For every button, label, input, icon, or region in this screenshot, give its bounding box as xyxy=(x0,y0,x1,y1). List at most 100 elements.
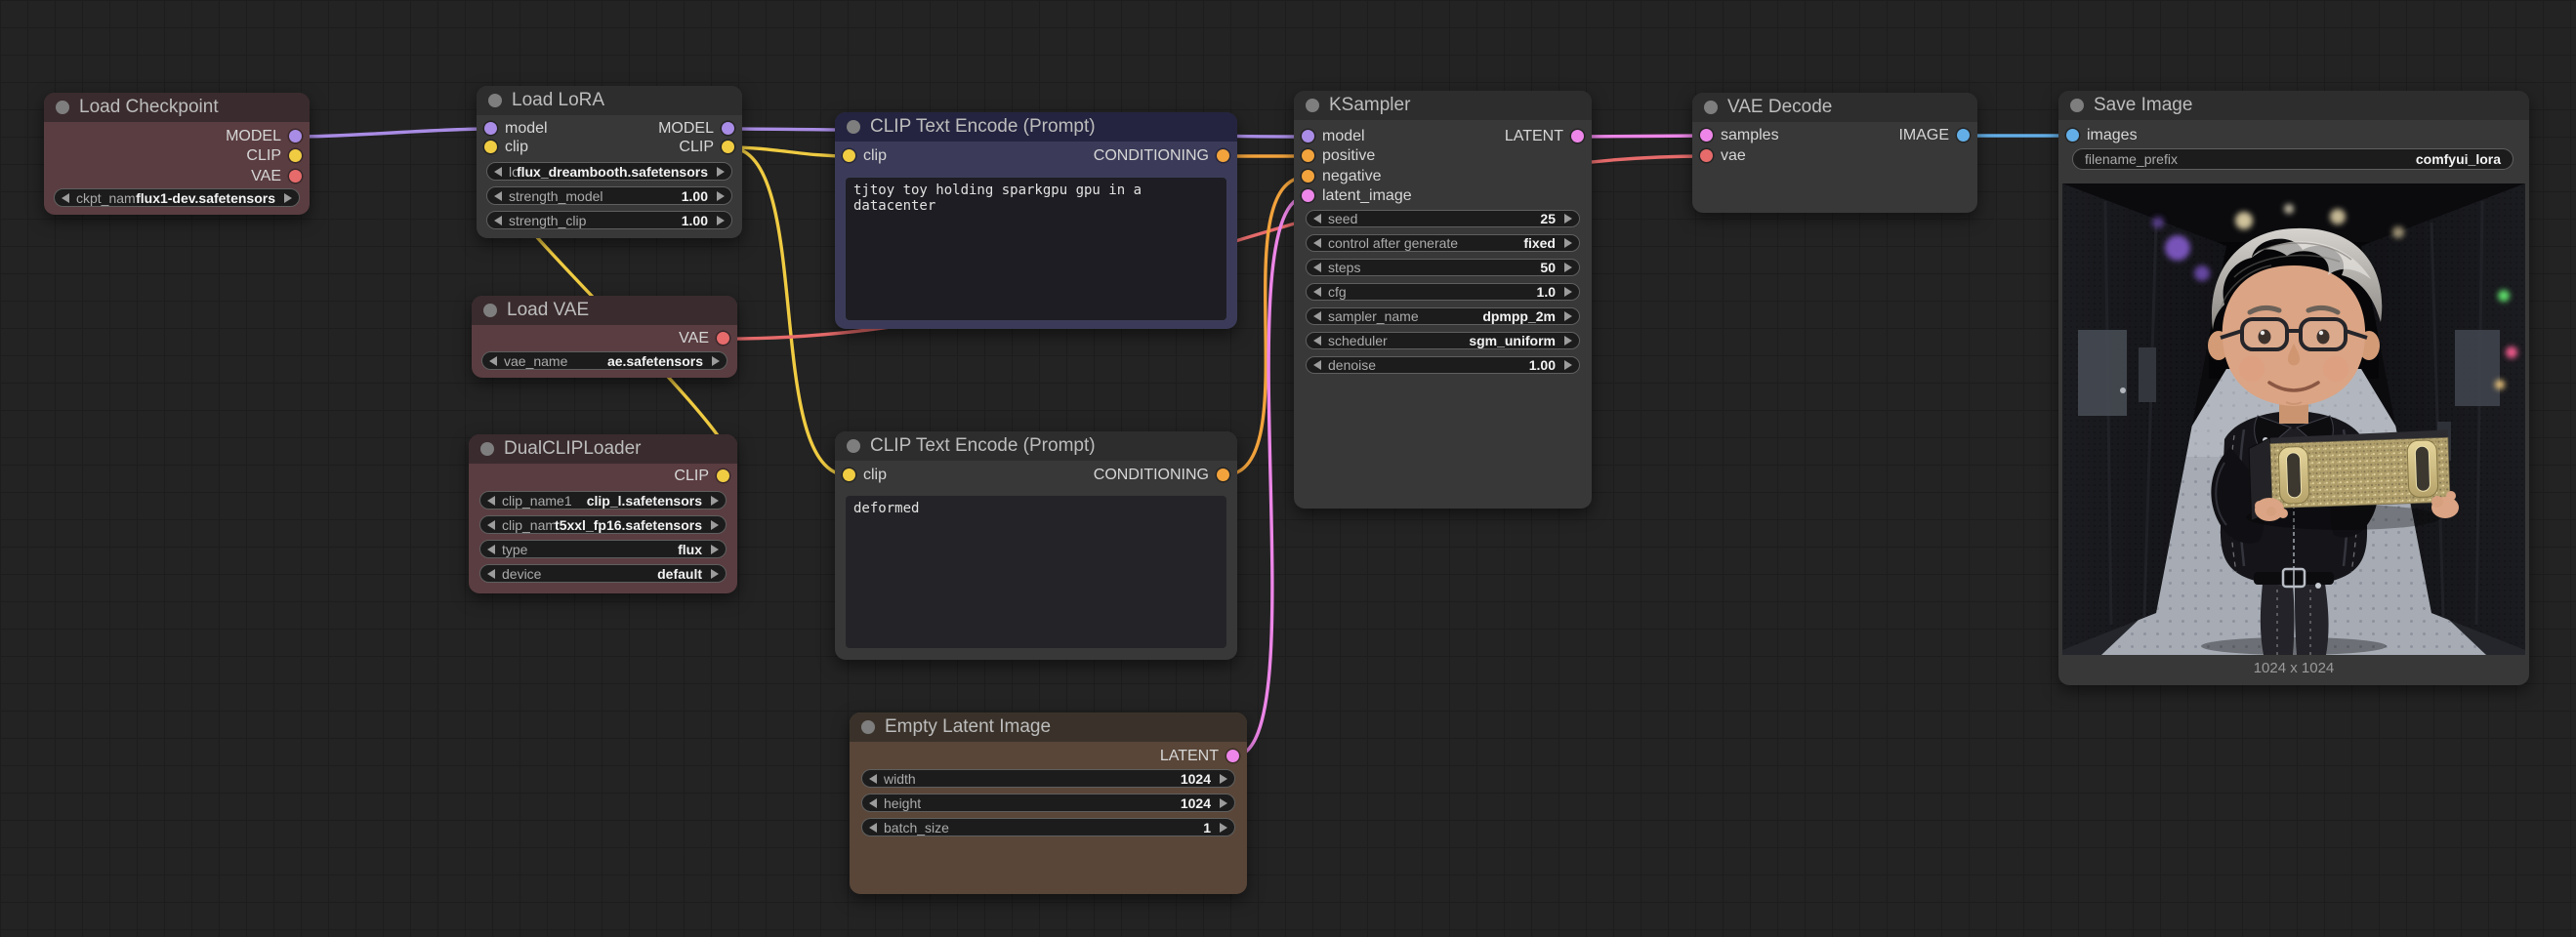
decrement-arrow-icon[interactable] xyxy=(494,191,502,201)
output-slot-clip[interactable]: CLIP xyxy=(246,146,302,166)
clip-slot-dot[interactable] xyxy=(722,141,734,153)
increment-arrow-icon[interactable] xyxy=(1564,214,1572,224)
collapse-dot-icon[interactable] xyxy=(56,101,69,114)
decrement-arrow-icon[interactable] xyxy=(487,545,495,554)
collapse-dot-icon[interactable] xyxy=(2070,99,2084,112)
node-load-checkpoint[interactable]: Load Checkpoint MODEL CLIP VAE ckpt_name… xyxy=(44,93,310,215)
clip-slot-dot[interactable] xyxy=(717,469,729,482)
image-slot-dot[interactable] xyxy=(2066,129,2079,142)
increment-arrow-icon[interactable] xyxy=(712,356,720,366)
output-slot-vae[interactable]: VAE xyxy=(679,329,729,348)
vae-slot-dot[interactable] xyxy=(289,170,302,183)
input-slot-clip[interactable]: clip xyxy=(843,466,887,485)
conditioning-slot-dot[interactable] xyxy=(1302,149,1314,162)
widget-type[interactable]: type flux xyxy=(479,540,727,558)
input-slot-latent-image[interactable]: latent_image xyxy=(1302,186,1412,206)
increment-arrow-icon[interactable] xyxy=(1564,263,1572,272)
collapse-dot-icon[interactable] xyxy=(861,720,875,734)
generated-image-preview[interactable] xyxy=(2062,183,2525,655)
increment-arrow-icon[interactable] xyxy=(717,191,725,201)
negative-prompt-text[interactable]: deformed xyxy=(846,496,1226,648)
decrement-arrow-icon[interactable] xyxy=(487,520,495,530)
increment-arrow-icon[interactable] xyxy=(1564,336,1572,346)
node-title-bar[interactable]: CLIP Text Encode (Prompt) xyxy=(835,112,1237,142)
latent-slot-dot[interactable] xyxy=(1571,130,1584,143)
increment-arrow-icon[interactable] xyxy=(1220,774,1227,784)
output-slot-clip[interactable]: CLIP xyxy=(679,138,734,157)
output-slot-latent[interactable]: LATENT xyxy=(1160,747,1239,766)
model-slot-dot[interactable] xyxy=(1302,130,1314,143)
decrement-arrow-icon[interactable] xyxy=(487,496,495,506)
node-ksampler[interactable]: KSampler model positive negative latent_… xyxy=(1294,91,1592,509)
node-title-bar[interactable]: Save Image xyxy=(2058,91,2529,120)
increment-arrow-icon[interactable] xyxy=(711,545,719,554)
node-title-bar[interactable]: Load LoRA xyxy=(477,86,742,115)
widget-scheduler[interactable]: scheduler sgm_uniform xyxy=(1306,332,1580,349)
input-slot-samples[interactable]: samples xyxy=(1700,126,1779,145)
widget-strength-model[interactable]: strength_model 1.00 xyxy=(486,186,732,205)
decrement-arrow-icon[interactable] xyxy=(869,798,877,808)
output-slot-image[interactable]: IMAGE xyxy=(1898,126,1970,145)
decrement-arrow-icon[interactable] xyxy=(869,774,877,784)
node-clip-text-encode-positive[interactable]: CLIP Text Encode (Prompt) clip CONDITION… xyxy=(835,112,1237,329)
positive-prompt-text[interactable]: tjtoy toy holding sparkgpu gpu in a data… xyxy=(846,178,1226,320)
widget-sampler-name[interactable]: sampler_name dpmpp_2m xyxy=(1306,307,1580,325)
clip-slot-dot[interactable] xyxy=(289,149,302,162)
node-title-bar[interactable]: Empty Latent Image xyxy=(850,713,1247,742)
image-slot-dot[interactable] xyxy=(1957,129,1970,142)
input-slot-images[interactable]: images xyxy=(2066,126,2138,145)
collapse-dot-icon[interactable] xyxy=(488,94,502,107)
widget-batch-size[interactable]: batch_size 1 xyxy=(861,818,1235,836)
collapse-dot-icon[interactable] xyxy=(480,442,494,456)
node-title-bar[interactable]: KSampler xyxy=(1294,91,1592,120)
input-slot-vae[interactable]: vae xyxy=(1700,146,1746,166)
collapse-dot-icon[interactable] xyxy=(1306,99,1319,112)
increment-arrow-icon[interactable] xyxy=(1564,360,1572,370)
decrement-arrow-icon[interactable] xyxy=(494,167,502,177)
increment-arrow-icon[interactable] xyxy=(711,496,719,506)
node-title-bar[interactable]: Load Checkpoint xyxy=(44,93,310,122)
input-slot-model[interactable]: model xyxy=(484,119,548,139)
model-slot-dot[interactable] xyxy=(722,122,734,135)
widget-seed[interactable]: seed 25 xyxy=(1306,210,1580,227)
model-slot-dot[interactable] xyxy=(289,130,302,143)
decrement-arrow-icon[interactable] xyxy=(1313,238,1321,248)
input-slot-negative[interactable]: negative xyxy=(1302,167,1382,186)
widget-filename-prefix[interactable]: filename_prefix comfyui_lora xyxy=(2072,148,2514,170)
increment-arrow-icon[interactable] xyxy=(1220,823,1227,833)
latent-slot-dot[interactable] xyxy=(1700,129,1713,142)
node-title-bar[interactable]: DualCLIPLoader xyxy=(469,434,737,464)
node-title-bar[interactable]: VAE Decode xyxy=(1692,93,1977,122)
output-slot-model[interactable]: MODEL xyxy=(658,119,734,139)
decrement-arrow-icon[interactable] xyxy=(1313,287,1321,297)
node-save-image[interactable]: Save Image images filename_prefix comfyu… xyxy=(2058,91,2529,685)
conditioning-slot-dot[interactable] xyxy=(1217,468,1229,481)
clip-slot-dot[interactable] xyxy=(843,149,855,162)
conditioning-slot-dot[interactable] xyxy=(1302,170,1314,183)
widget-cfg[interactable]: cfg 1.0 xyxy=(1306,283,1580,301)
decrement-arrow-icon[interactable] xyxy=(1313,263,1321,272)
widget-denoise[interactable]: denoise 1.00 xyxy=(1306,356,1580,374)
input-slot-positive[interactable]: positive xyxy=(1302,146,1375,166)
widget-ckpt-name[interactable]: ckpt_name flux1-dev.safetensors xyxy=(54,188,300,207)
model-slot-dot[interactable] xyxy=(484,122,497,135)
node-empty-latent-image[interactable]: Empty Latent Image LATENT width 1024 hei… xyxy=(850,713,1247,894)
decrement-arrow-icon[interactable] xyxy=(494,216,502,225)
widget-control-after-generate[interactable]: control after generate fixed xyxy=(1306,234,1580,252)
node-clip-text-encode-negative[interactable]: CLIP Text Encode (Prompt) clip CONDITION… xyxy=(835,431,1237,660)
node-title-bar[interactable]: Load VAE xyxy=(472,296,737,325)
node-title-bar[interactable]: CLIP Text Encode (Prompt) xyxy=(835,431,1237,461)
decrement-arrow-icon[interactable] xyxy=(1313,336,1321,346)
latent-slot-dot[interactable] xyxy=(1226,750,1239,762)
input-slot-clip[interactable]: clip xyxy=(484,138,528,157)
node-load-vae[interactable]: Load VAE VAE vae_name ae.safetensors xyxy=(472,296,737,378)
clip-slot-dot[interactable] xyxy=(484,141,497,153)
collapse-dot-icon[interactable] xyxy=(1704,101,1718,114)
decrement-arrow-icon[interactable] xyxy=(489,356,497,366)
node-vae-decode[interactable]: VAE Decode samples vae IMAGE xyxy=(1692,93,1977,213)
increment-arrow-icon[interactable] xyxy=(711,569,719,579)
increment-arrow-icon[interactable] xyxy=(284,193,292,203)
input-slot-model[interactable]: model xyxy=(1302,127,1365,146)
output-slot-clip[interactable]: CLIP xyxy=(674,467,729,486)
increment-arrow-icon[interactable] xyxy=(1564,287,1572,297)
